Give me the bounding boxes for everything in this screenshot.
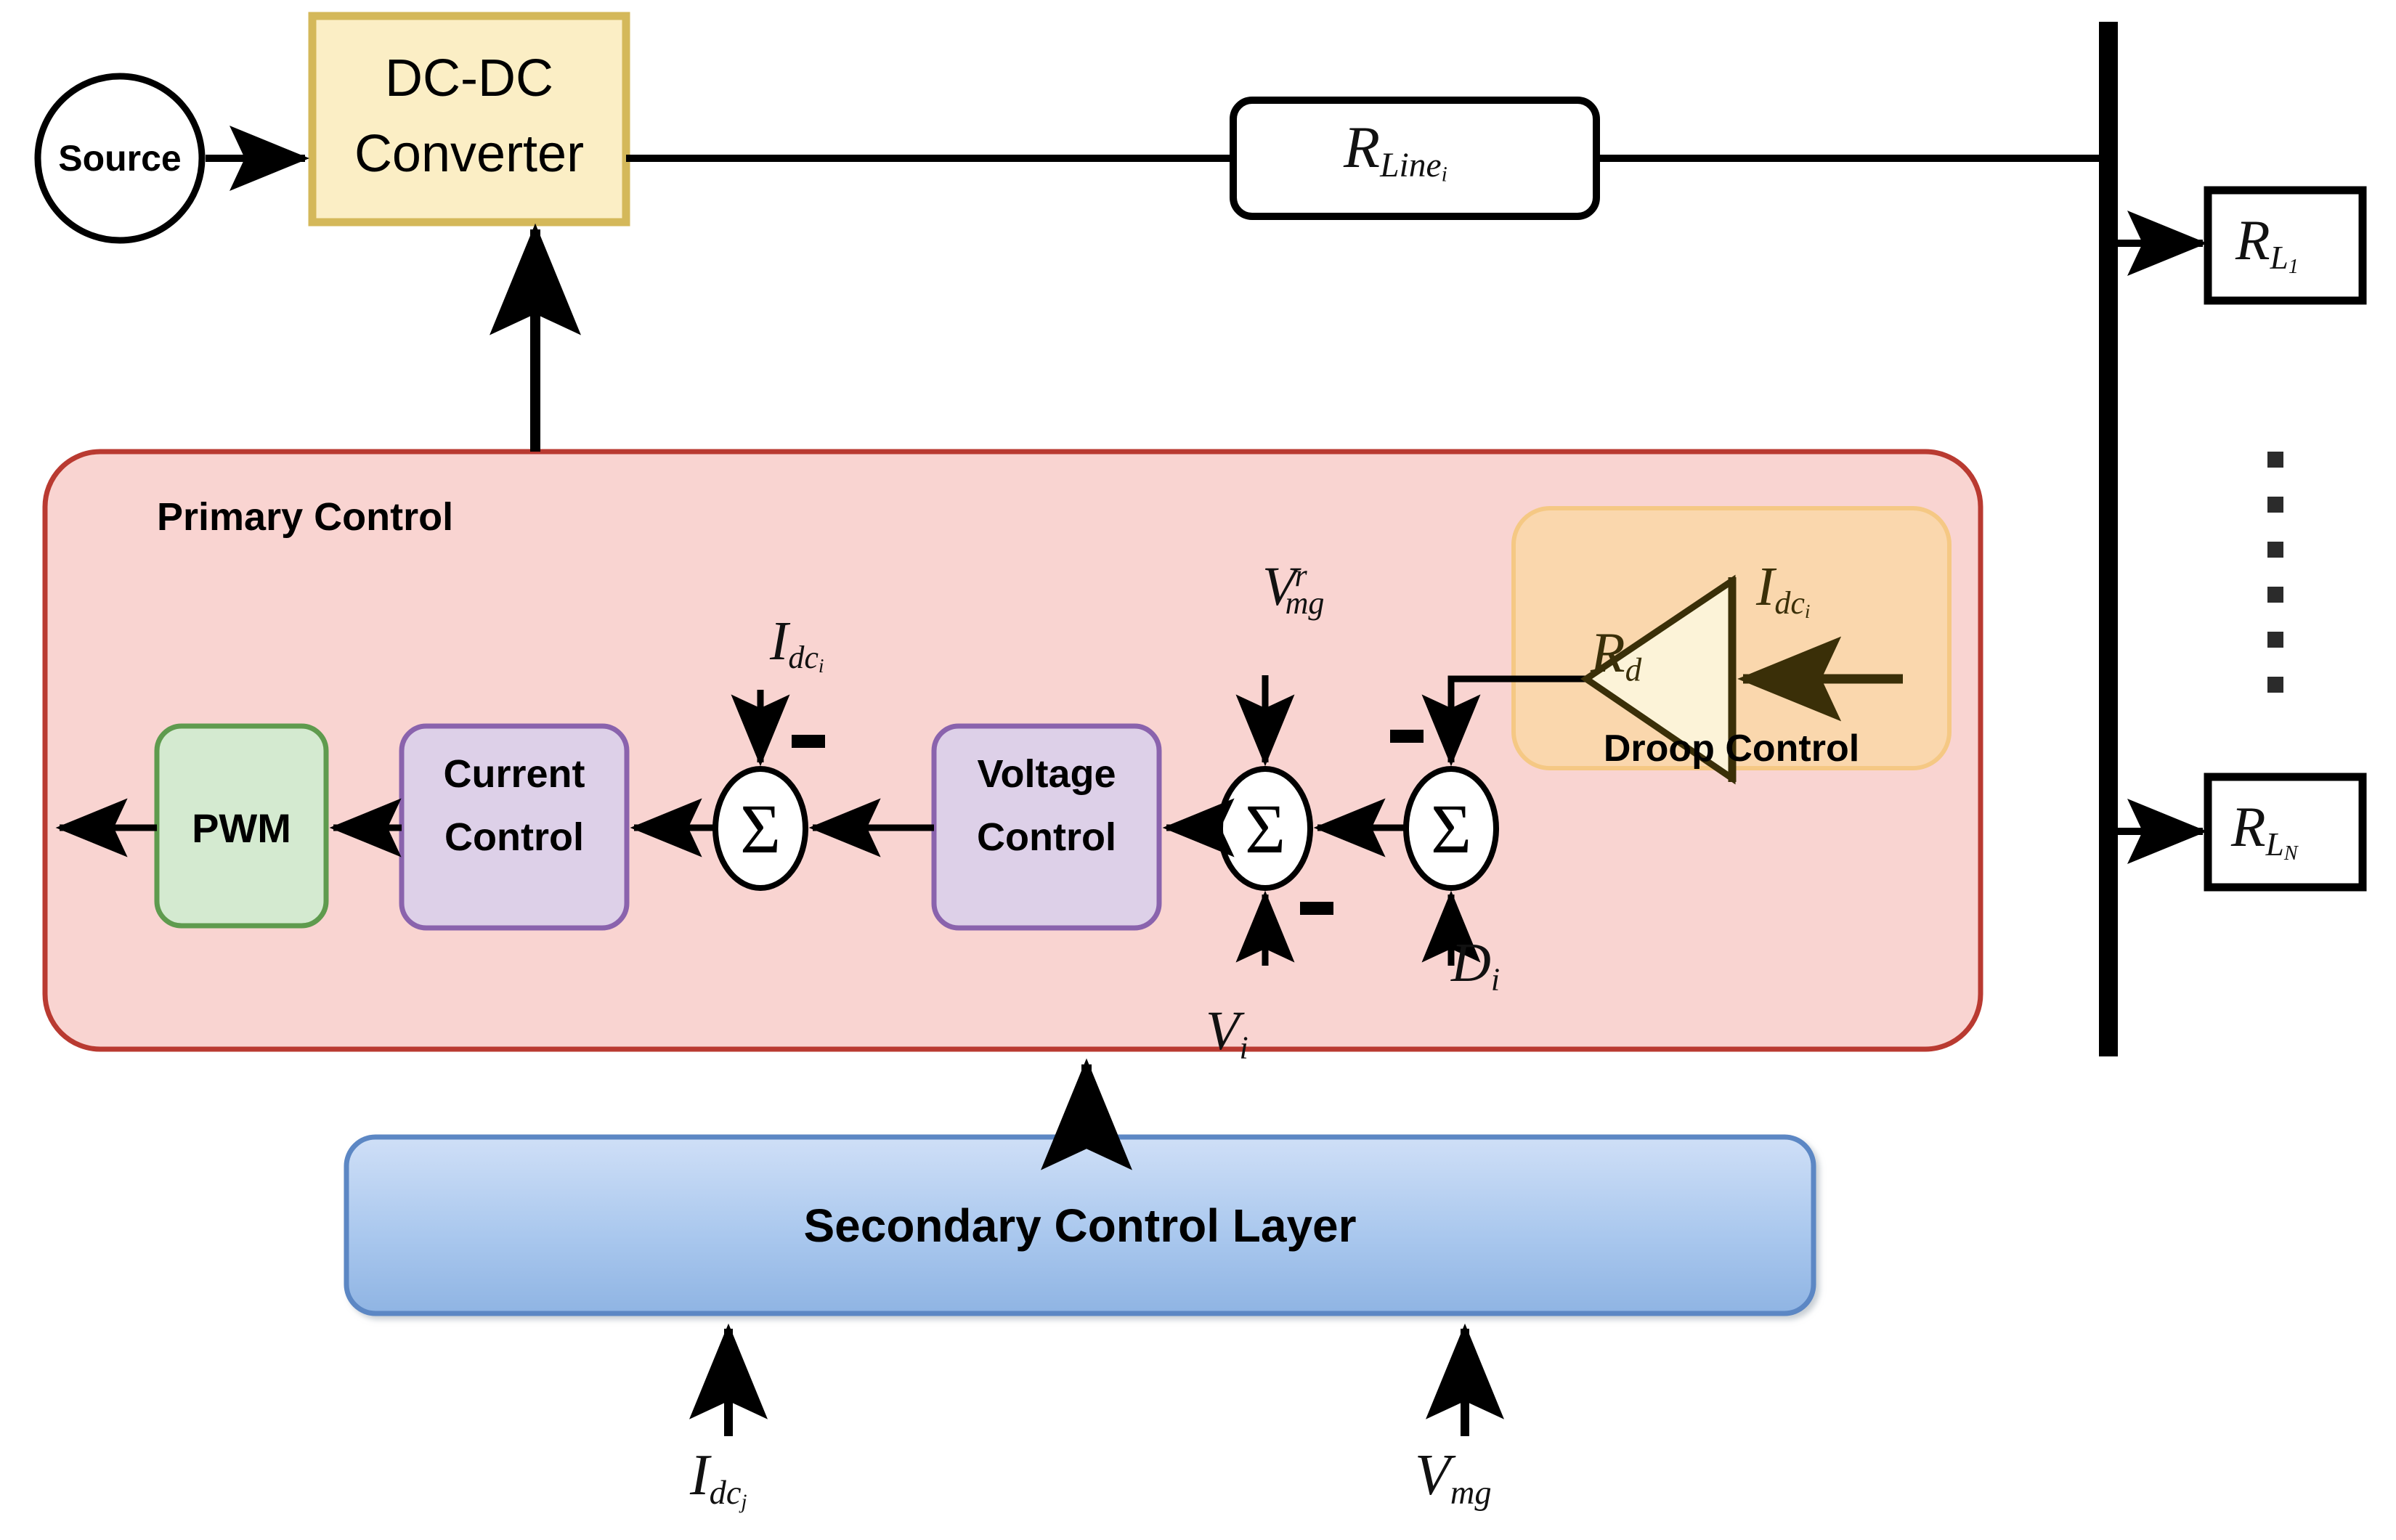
r-line-label: RLinei <box>1344 114 1447 187</box>
dc-dc-converter-label-line1: DC-DC <box>385 49 553 107</box>
load-1-label: RL1 <box>2235 208 2299 278</box>
source-label: Source <box>58 138 182 179</box>
dc-dc-converter-label-line2: Converter <box>354 125 585 183</box>
dc-bus-bar <box>2099 22 2118 1056</box>
voltage-control-label-line2: Control <box>977 815 1116 859</box>
current-control-label-line1: Current <box>443 752 585 796</box>
sum-current-glyph: Σ <box>740 789 781 868</box>
vmg-label: Vmg <box>1415 1443 1492 1512</box>
current-control-label-line2: Control <box>444 815 584 859</box>
wires-layer <box>34 12 2367 1436</box>
vi-label: Vi <box>1206 1001 1248 1066</box>
droop-gain-label: Rd <box>1591 621 1642 688</box>
sum-voltage-glyph: Σ <box>1245 789 1286 868</box>
minus-sign-voltage-loop <box>1300 902 1333 915</box>
diagram-canvas: Source DC-DC Converter RLinei RL1 RLN Pr… <box>0 0 2396 1540</box>
primary-control-title: Primary Control <box>157 495 454 539</box>
minus-sign-current-loop <box>792 735 825 748</box>
voltage-control-label-line1: Voltage <box>977 752 1116 796</box>
secondary-control-layer-label: Secondary Control Layer <box>803 1199 1357 1252</box>
idc-j-label: Idcj <box>690 1443 747 1514</box>
pwm-label: PWM <box>192 804 291 851</box>
idc-i-droop-input-label: Idci <box>1756 556 1811 623</box>
di-label: Di <box>1451 932 1500 998</box>
idc-i-current-loop-label: Idci <box>770 611 824 677</box>
vertical-ellipsis-icon <box>2267 452 2283 693</box>
vmg-reference-label: Vrmg <box>1262 556 1325 622</box>
sum-droop-glyph: Σ <box>1431 789 1471 868</box>
load-n-label: RLN <box>2231 795 2298 865</box>
droop-control-title: Droop Control <box>1603 728 1860 770</box>
minus-sign-droop-loop <box>1390 730 1424 743</box>
